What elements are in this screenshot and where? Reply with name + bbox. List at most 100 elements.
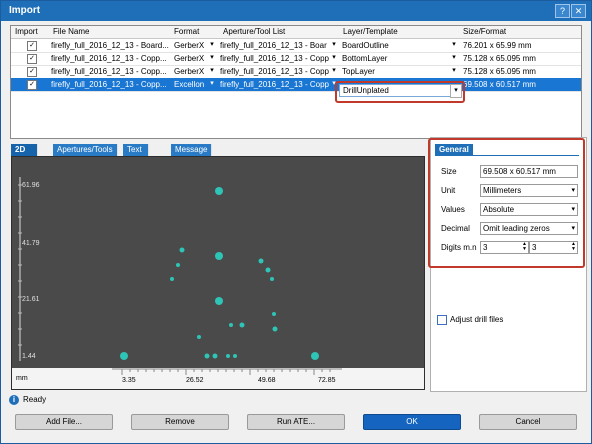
tab-text-view[interactable]: Text View: [123, 144, 150, 166]
status-bar: i Ready: [9, 395, 46, 405]
window-title: Import: [9, 5, 41, 16]
chevron-down-icon[interactable]: ▾: [450, 84, 462, 98]
layer-cell[interactable]: BottomLayer: [342, 54, 452, 63]
drill-hole: [272, 326, 278, 332]
title-bar: Import ? ✕: [1, 1, 591, 21]
drill-hole: [170, 277, 174, 281]
status-text: Ready: [23, 395, 47, 404]
tab-2d-view[interactable]: 2D View: [11, 144, 39, 166]
chevron-down-icon[interactable]: ▾: [207, 66, 217, 76]
y-tick-label: 41.79: [22, 240, 40, 247]
header-aperture[interactable]: Aperture/Tool List: [223, 27, 285, 36]
ok-button[interactable]: OK: [363, 414, 461, 430]
drill-hole: [204, 353, 210, 359]
table-row[interactable]: ✓ firefly_full_2016_12_13 - Board... Ger…: [11, 39, 581, 53]
size-cell: 75.128 x 65.095 mm: [463, 54, 536, 63]
table-row[interactable]: ✓ firefly_full_2016_12_13 - Copp... Gerb…: [11, 52, 581, 66]
remove-button[interactable]: Remove: [131, 414, 229, 430]
size-cell: 75.128 x 65.095 mm: [463, 67, 536, 76]
import-checkbox[interactable]: ✓: [27, 54, 37, 64]
chevron-down-icon[interactable]: ▾: [207, 79, 217, 89]
drill-hole: [229, 323, 233, 327]
drill-hole: [270, 277, 274, 281]
format-cell[interactable]: GerberX: [174, 54, 210, 63]
file-name-cell: firefly_full_2016_12_13 - Board...: [51, 41, 169, 50]
file-name-cell: firefly_full_2016_12_13 - Copp...: [51, 80, 167, 89]
general-panel-highlight: [428, 138, 585, 268]
chevron-down-icon[interactable]: ▾: [329, 53, 339, 63]
drill-hole: [215, 252, 223, 260]
header-import[interactable]: Import: [15, 27, 38, 36]
format-cell[interactable]: Excellon: [174, 80, 210, 89]
unit-label: mm: [16, 375, 28, 382]
cancel-button[interactable]: Cancel: [479, 414, 577, 430]
adjust-drill-label: Adjust drill files: [450, 315, 504, 325]
drill-hole: [215, 297, 223, 305]
size-cell: 69.508 x 60.517 mm: [463, 80, 536, 89]
drill-hole: [179, 247, 185, 253]
import-checkbox[interactable]: ✓: [27, 80, 37, 90]
chevron-down-icon[interactable]: ▾: [449, 40, 459, 50]
drill-hole: [311, 352, 319, 360]
file-grid: Import File Name Format Aperture/Tool Li…: [10, 25, 582, 139]
drill-holes: [120, 187, 319, 360]
drill-hole: [265, 267, 271, 273]
aperture-cell[interactable]: firefly_full_2016_12_13 - Copp: [220, 80, 330, 89]
x-tick-label: 26.52: [186, 377, 204, 384]
tab-apertures-tools[interactable]: Apertures/Tools: [53, 144, 118, 156]
chevron-down-icon[interactable]: ▾: [329, 40, 339, 50]
table-row-selected[interactable]: ✓ firefly_full_2016_12_13 - Copp... Exce…: [11, 78, 581, 92]
layer-cell[interactable]: TopLayer: [342, 67, 452, 76]
drill-hole: [212, 353, 218, 359]
help-button[interactable]: ?: [555, 4, 570, 18]
format-cell[interactable]: GerberX: [174, 41, 210, 50]
adjust-drill-files[interactable]: Adjust drill files: [437, 315, 503, 325]
chevron-down-icon[interactable]: ▾: [449, 53, 459, 63]
chevron-down-icon[interactable]: ▾: [207, 53, 217, 63]
adjust-drill-checkbox[interactable]: [437, 315, 447, 325]
close-button[interactable]: ✕: [571, 4, 586, 18]
import-dialog: Import ? ✕ Import File Name Format Apert…: [0, 0, 592, 444]
header-layer[interactable]: Layer/Template: [343, 27, 398, 36]
drill-hole: [197, 335, 201, 339]
x-tick-label: 72.85: [318, 377, 336, 384]
drill-hole: [120, 352, 128, 360]
layer-template-dropdown-highlight: DrillUnplated ▾: [335, 81, 465, 103]
table-row[interactable]: ✓ firefly_full_2016_12_13 - Copp... Gerb…: [11, 65, 581, 79]
format-cell[interactable]: GerberX: [174, 67, 210, 76]
chevron-down-icon[interactable]: ▾: [207, 40, 217, 50]
layer-cell[interactable]: BoardOutline: [342, 41, 452, 50]
2d-view-canvas[interactable]: 61.96 41.79 21.61 1.44 mm 3.35 26.52 49.…: [11, 156, 425, 390]
drill-hole: [239, 322, 245, 328]
x-tick-label: 3.35: [122, 377, 136, 384]
add-file-button[interactable]: Add File...: [15, 414, 113, 430]
header-size[interactable]: Size/Format: [463, 27, 506, 36]
file-name-cell: firefly_full_2016_12_13 - Copp...: [51, 67, 167, 76]
header-file-name[interactable]: File Name: [53, 27, 89, 36]
drill-hole: [176, 263, 180, 267]
drill-hole: [272, 312, 276, 316]
drill-hole: [226, 354, 230, 358]
run-ate-button[interactable]: Run ATE...: [247, 414, 345, 430]
y-tick-label: 1.44: [22, 353, 36, 360]
x-tick-label: 49.68: [258, 377, 276, 384]
import-checkbox[interactable]: ✓: [27, 41, 37, 51]
drill-hole: [233, 354, 237, 358]
y-tick-label: 61.96: [22, 182, 40, 189]
import-checkbox[interactable]: ✓: [27, 67, 37, 77]
aperture-cell[interactable]: firefly_full_2016_12_13 - Boar: [220, 41, 330, 50]
grid-header: Import File Name Format Aperture/Tool Li…: [11, 26, 581, 39]
drill-hole: [215, 187, 223, 195]
aperture-cell[interactable]: firefly_full_2016_12_13 - Copp: [220, 54, 330, 63]
drill-hole: [258, 258, 264, 264]
chevron-down-icon[interactable]: ▾: [449, 66, 459, 76]
info-icon: i: [9, 395, 19, 405]
chevron-down-icon[interactable]: ▾: [329, 66, 339, 76]
tab-message-view[interactable]: Message View: [171, 144, 213, 166]
size-cell: 76.201 x 65.99 mm: [463, 41, 532, 50]
file-name-cell: firefly_full_2016_12_13 - Copp...: [51, 54, 167, 63]
layer-template-dropdown[interactable]: DrillUnplated: [339, 84, 452, 97]
header-format[interactable]: Format: [174, 27, 199, 36]
aperture-cell[interactable]: firefly_full_2016_12_13 - Copp: [220, 67, 330, 76]
drill-preview: 61.96 41.79 21.61 1.44 mm 3.35 26.52 49.…: [12, 177, 424, 389]
